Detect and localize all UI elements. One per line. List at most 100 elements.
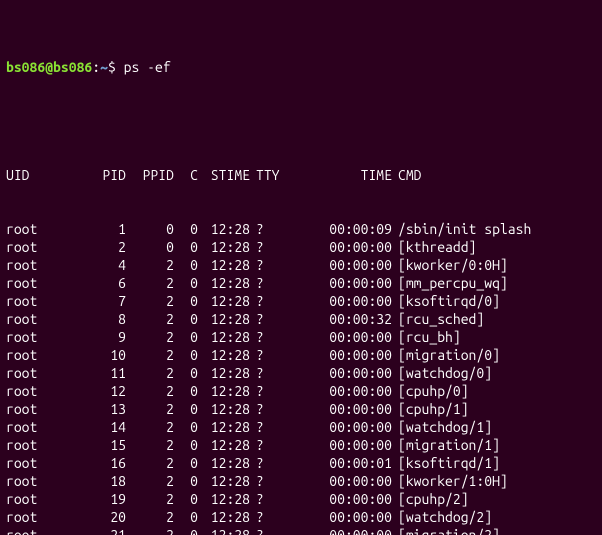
cell-cmd: [migration/2] <box>392 526 596 535</box>
cell-stime: 12:28 <box>198 328 250 346</box>
cell-ppid: 2 <box>126 418 174 436</box>
cell-pid: 7 <box>70 292 126 310</box>
cell-tty: ? <box>250 256 296 274</box>
cell-ppid: 2 <box>126 400 174 418</box>
col-header-cmd: CMD <box>392 166 596 184</box>
cell-time: 00:00:00 <box>296 256 392 274</box>
cell-cmd: [cpuhp/0] <box>392 382 596 400</box>
cell-ppid: 2 <box>126 382 174 400</box>
cell-pid: 14 <box>70 418 126 436</box>
cell-time: 00:00:00 <box>296 274 392 292</box>
cell-cmd: [watchdog/1] <box>392 418 596 436</box>
cell-c: 0 <box>174 508 198 526</box>
cell-c: 0 <box>174 454 198 472</box>
col-header-time: TIME <box>296 166 392 184</box>
cell-time: 00:00:09 <box>296 220 392 238</box>
cell-ppid: 2 <box>126 508 174 526</box>
cell-tty: ? <box>250 400 296 418</box>
table-row: root42012:28?00:00:00[kworker/0:0H] <box>6 256 596 274</box>
cell-pid: 9 <box>70 328 126 346</box>
prompt-dollar: $ <box>108 59 124 75</box>
cell-stime: 12:28 <box>198 472 250 490</box>
cell-time: 00:00:00 <box>296 328 392 346</box>
prompt-path: ~ <box>100 59 108 75</box>
cell-stime: 12:28 <box>198 490 250 508</box>
table-row: root82012:28?00:00:32[rcu_sched] <box>6 310 596 328</box>
cell-stime: 12:28 <box>198 238 250 256</box>
cell-cmd: [mm_percpu_wq] <box>392 274 596 292</box>
cell-cmd: [rcu_sched] <box>392 310 596 328</box>
cell-pid: 19 <box>70 490 126 508</box>
cell-c: 0 <box>174 256 198 274</box>
cell-cmd: [cpuhp/1] <box>392 400 596 418</box>
cell-c: 0 <box>174 418 198 436</box>
cell-uid: root <box>6 400 70 418</box>
col-header-pid: PID <box>70 166 126 184</box>
cell-stime: 12:28 <box>198 418 250 436</box>
cell-ppid: 2 <box>126 292 174 310</box>
cell-time: 00:00:01 <box>296 454 392 472</box>
cell-ppid: 2 <box>126 328 174 346</box>
cell-c: 0 <box>174 436 198 454</box>
cell-pid: 12 <box>70 382 126 400</box>
cell-cmd: [rcu_bh] <box>392 328 596 346</box>
cell-stime: 12:28 <box>198 256 250 274</box>
cell-stime: 12:28 <box>198 292 250 310</box>
table-row: root62012:28?00:00:00[mm_percpu_wq] <box>6 274 596 292</box>
terminal-window[interactable]: bs086@bs086:~$ ps -ef UID PID PPID C STI… <box>0 0 602 535</box>
cell-c: 0 <box>174 274 198 292</box>
table-row: root112012:28?00:00:00[watchdog/0] <box>6 364 596 382</box>
cell-uid: root <box>6 292 70 310</box>
cell-c: 0 <box>174 238 198 256</box>
cell-pid: 16 <box>70 454 126 472</box>
cell-ppid: 0 <box>126 238 174 256</box>
cell-tty: ? <box>250 328 296 346</box>
table-header-row: UID PID PPID C STIME TTY TIME CMD <box>6 166 596 184</box>
col-header-stime: STIME <box>198 166 250 184</box>
cell-ppid: 2 <box>126 364 174 382</box>
typed-command: ps -ef <box>124 59 171 75</box>
cell-ppid: 2 <box>126 472 174 490</box>
cell-uid: root <box>6 490 70 508</box>
cell-time: 00:00:00 <box>296 292 392 310</box>
cell-stime: 12:28 <box>198 526 250 535</box>
cell-uid: root <box>6 472 70 490</box>
cell-cmd: [ksoftirqd/1] <box>392 454 596 472</box>
cell-cmd: [kworker/0:0H] <box>392 256 596 274</box>
cell-c: 0 <box>174 310 198 328</box>
cell-uid: root <box>6 256 70 274</box>
cell-cmd: [ksoftirqd/0] <box>392 292 596 310</box>
cell-tty: ? <box>250 526 296 535</box>
table-row: root92012:28?00:00:00[rcu_bh] <box>6 328 596 346</box>
table-row: root192012:28?00:00:00[cpuhp/2] <box>6 490 596 508</box>
table-row: root152012:28?00:00:00[migration/1] <box>6 436 596 454</box>
cell-ppid: 2 <box>126 274 174 292</box>
cell-uid: root <box>6 220 70 238</box>
cell-stime: 12:28 <box>198 436 250 454</box>
cell-pid: 21 <box>70 526 126 535</box>
cell-tty: ? <box>250 238 296 256</box>
cell-uid: root <box>6 328 70 346</box>
table-row: root132012:28?00:00:00[cpuhp/1] <box>6 400 596 418</box>
cell-stime: 12:28 <box>198 220 250 238</box>
cell-tty: ? <box>250 310 296 328</box>
cell-stime: 12:28 <box>198 382 250 400</box>
cell-c: 0 <box>174 292 198 310</box>
cell-uid: root <box>6 238 70 256</box>
cell-tty: ? <box>250 274 296 292</box>
table-row: root212012:28?00:00:00[migration/2] <box>6 526 596 535</box>
table-row: root102012:28?00:00:00[migration/0] <box>6 346 596 364</box>
table-row: root142012:28?00:00:00[watchdog/1] <box>6 418 596 436</box>
cell-uid: root <box>6 346 70 364</box>
cell-uid: root <box>6 436 70 454</box>
cell-time: 00:00:00 <box>296 364 392 382</box>
col-header-c: C <box>174 166 198 184</box>
cell-time: 00:00:00 <box>296 418 392 436</box>
cell-time: 00:00:00 <box>296 346 392 364</box>
process-table: UID PID PPID C STIME TTY TIME CMD root10… <box>6 130 596 535</box>
cell-time: 00:00:32 <box>296 310 392 328</box>
cell-c: 0 <box>174 526 198 535</box>
col-header-ppid: PPID <box>126 166 174 184</box>
cell-pid: 6 <box>70 274 126 292</box>
cell-tty: ? <box>250 346 296 364</box>
